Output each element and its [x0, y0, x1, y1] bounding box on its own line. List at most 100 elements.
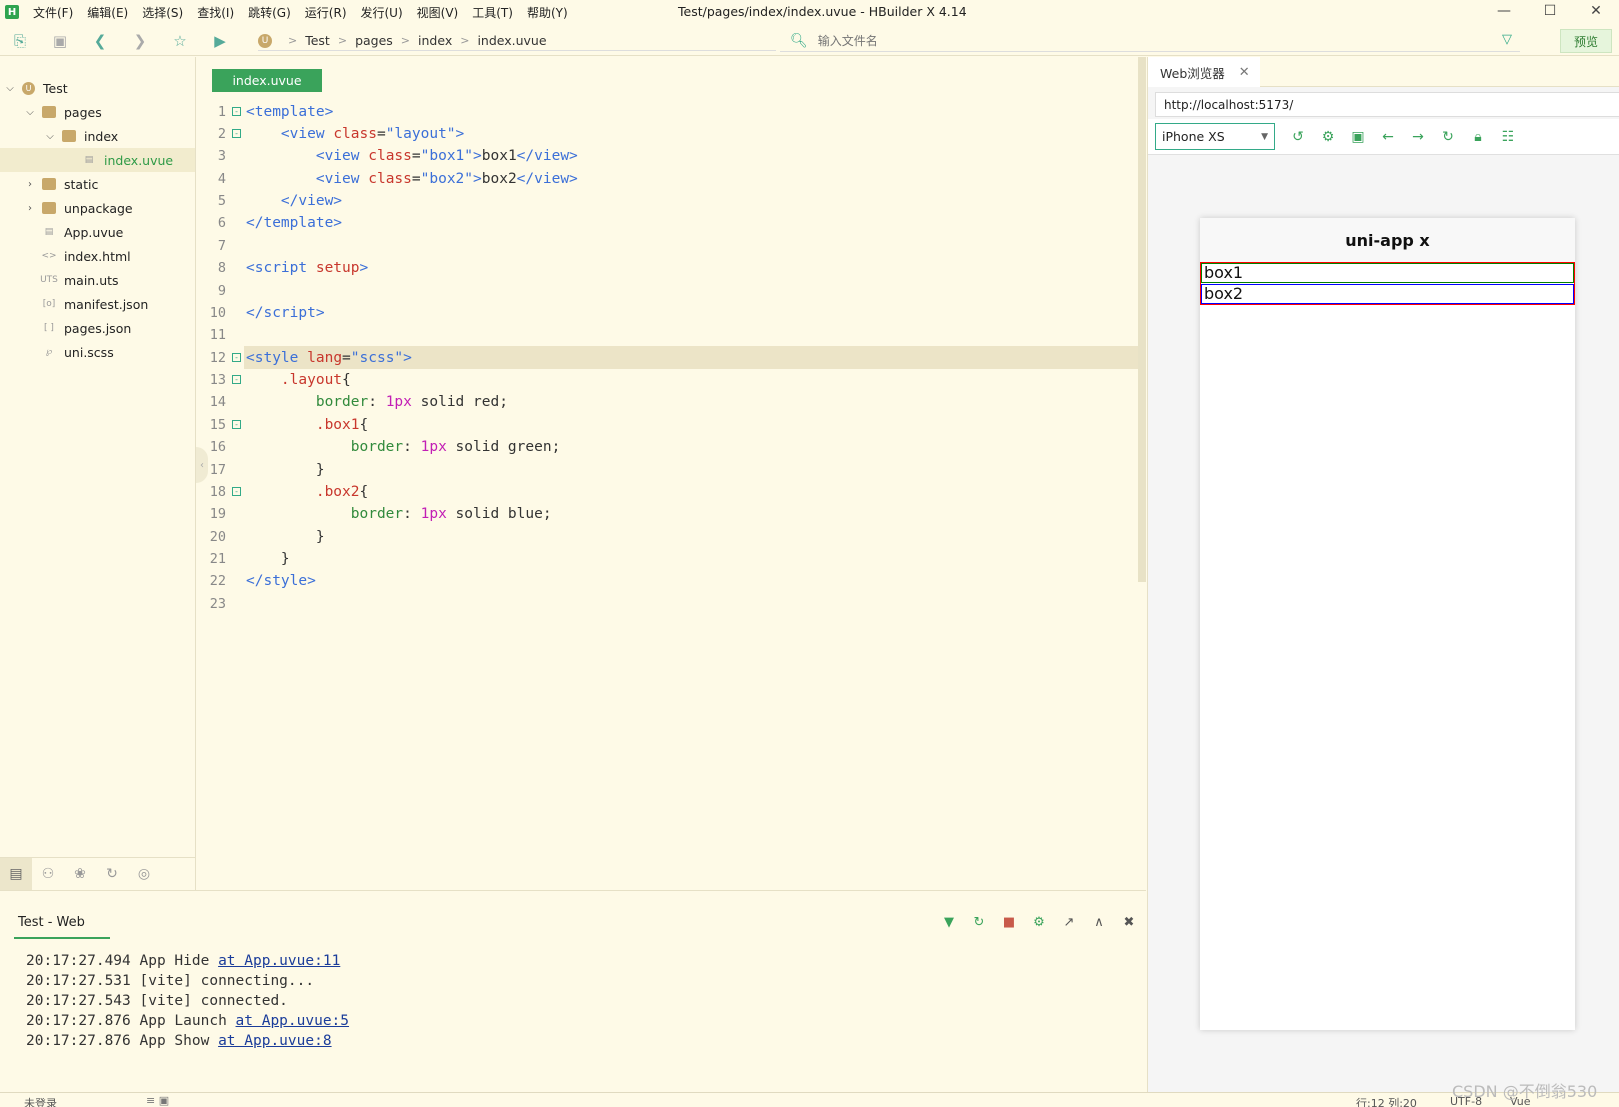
code-line[interactable]: 22 </style>: [196, 569, 1138, 592]
source-control-icon[interactable]: ↻: [96, 866, 128, 882]
rotate-icon[interactable]: ↺: [1283, 129, 1313, 145]
collapse-up-icon[interactable]: ∧: [1084, 915, 1114, 930]
back-icon[interactable]: ❮: [80, 32, 120, 50]
tree-item-static[interactable]: › static: [0, 172, 195, 196]
code-line[interactable]: 5 </view>: [196, 189, 1138, 212]
tree-item-pages-json[interactable]: [ ] pages.json: [0, 316, 195, 340]
browser-tab[interactable]: Web浏览器 ✕: [1148, 57, 1260, 87]
menu-tools[interactable]: 工具(T): [472, 4, 513, 21]
code-line[interactable]: 12- <style lang="scss">: [196, 346, 1138, 369]
editor-scrollbar[interactable]: [1138, 57, 1146, 582]
fold-icon[interactable]: -: [232, 420, 241, 429]
fold-icon[interactable]: -: [232, 375, 241, 384]
source-link[interactable]: at App.uvue:11: [218, 953, 340, 969]
code-line[interactable]: 14 border: 1px solid red;: [196, 390, 1138, 413]
open-external-icon[interactable]: ↗: [1054, 915, 1084, 930]
favorite-star-icon[interactable]: ☆: [160, 32, 200, 50]
tree-item-pages[interactable]: ⌵ pages: [0, 100, 195, 124]
code-line[interactable]: 6 </template>: [196, 211, 1138, 234]
search-binoculars-icon[interactable]: ⚇: [32, 866, 64, 882]
maximize-button[interactable]: ☐: [1527, 0, 1573, 24]
code-line[interactable]: 19 border: 1px solid blue;: [196, 502, 1138, 525]
code-line[interactable]: 13- .layout{: [196, 368, 1138, 391]
file-search-input[interactable]: [817, 33, 1418, 48]
code-line[interactable]: 7: [196, 234, 1138, 257]
menu-select[interactable]: 选择(S): [142, 4, 183, 21]
debug-icon[interactable]: ⚙: [1024, 915, 1054, 930]
settings-icon[interactable]: ⚙: [1313, 129, 1343, 145]
editor-tab-index-uvue[interactable]: index.uvue: [212, 69, 322, 92]
code-line[interactable]: 4 <view class="box2">box2</view>: [196, 167, 1138, 190]
menu-find[interactable]: 查找(I): [197, 4, 234, 21]
code-line[interactable]: 20 }: [196, 525, 1138, 548]
forward-icon[interactable]: ❯: [120, 32, 160, 50]
breadcrumb-item-file[interactable]: index.uvue: [477, 33, 546, 48]
breadcrumb-item-test[interactable]: Test: [305, 33, 330, 48]
filter-icon[interactable]: ▽: [1502, 32, 1512, 47]
chevron-right-icon[interactable]: ›: [24, 203, 36, 214]
tree-item-main-uts[interactable]: UTS main.uts: [0, 268, 195, 292]
chevron-right-icon[interactable]: ›: [24, 179, 36, 190]
clear-console-icon[interactable]: ✖: [1114, 915, 1144, 930]
code-line[interactable]: 23: [196, 592, 1138, 615]
run-icon[interactable]: ▶: [200, 32, 240, 50]
outline-icon[interactable]: ≡ ▣: [146, 1094, 169, 1107]
menu-help[interactable]: 帮助(Y): [527, 4, 568, 21]
device-select[interactable]: iPhone XS ▼: [1155, 123, 1275, 150]
login-status[interactable]: 未登录: [24, 1095, 57, 1107]
code-line[interactable]: 2- <view class="layout">: [196, 122, 1138, 145]
project-manager-icon[interactable]: ▤: [0, 858, 32, 890]
tree-item-unpackage[interactable]: › unpackage: [0, 196, 195, 220]
code-line[interactable]: 9: [196, 279, 1138, 302]
tree-item-test[interactable]: ⌵ U Test: [0, 76, 195, 100]
code-line[interactable]: 11: [196, 323, 1138, 346]
forward-arrow-icon[interactable]: →: [1403, 129, 1433, 145]
close-icon[interactable]: ✕: [1239, 65, 1250, 80]
console-tab[interactable]: Test - Web: [14, 913, 110, 939]
chevron-down-icon[interactable]: ⌵: [44, 131, 56, 142]
refresh-icon[interactable]: ↻: [1433, 129, 1463, 145]
code-line[interactable]: 10 </script>: [196, 301, 1138, 324]
tree-item-manifest-json[interactable]: [o] manifest.json: [0, 292, 195, 316]
code-line[interactable]: 21 }: [196, 547, 1138, 570]
lock-icon[interactable]: 🔒︎: [1463, 129, 1493, 145]
code-line[interactable]: 1- <template>: [196, 100, 1138, 123]
fold-icon[interactable]: -: [232, 487, 241, 496]
source-link[interactable]: at App.uvue:8: [218, 1033, 332, 1049]
qrcode-icon[interactable]: ☷: [1493, 129, 1523, 145]
code-line[interactable]: 3 <view class="box1">box1</view>: [196, 144, 1138, 167]
menu-edit[interactable]: 编辑(E): [87, 4, 128, 21]
fold-icon[interactable]: -: [232, 129, 241, 138]
new-file-icon[interactable]: ⎘: [0, 32, 40, 50]
close-window-button[interactable]: ✕: [1573, 0, 1619, 24]
minimize-button[interactable]: —: [1481, 0, 1527, 24]
stop-icon[interactable]: ■: [994, 915, 1024, 930]
tree-item-index-html[interactable]: <> index.html: [0, 244, 195, 268]
fold-icon[interactable]: -: [232, 107, 241, 116]
url-input[interactable]: [1155, 92, 1619, 117]
cursor-position[interactable]: 行:12 列:20: [1356, 1095, 1417, 1107]
menu-goto[interactable]: 跳转(G): [248, 4, 291, 21]
back-arrow-icon[interactable]: ←: [1373, 129, 1403, 145]
menu-file[interactable]: 文件(F): [33, 4, 73, 21]
menu-view[interactable]: 视图(V): [417, 4, 459, 21]
tree-item-app-uvue[interactable]: ▤ App.uvue: [0, 220, 195, 244]
breadcrumb-item-index[interactable]: index: [418, 33, 452, 48]
save-icon[interactable]: ▣: [40, 32, 80, 50]
plugin-icon[interactable]: ◎: [128, 866, 160, 882]
code-line[interactable]: 16 border: 1px solid green;: [196, 435, 1138, 458]
breadcrumb-item-pages[interactable]: pages: [355, 33, 393, 48]
debug-bug-icon[interactable]: ❀: [64, 866, 96, 882]
tree-item-index-uvue[interactable]: ▤ index.uvue: [0, 148, 195, 172]
code-line[interactable]: 18- .box2{: [196, 480, 1138, 503]
tree-item-uni-scss[interactable]: ℘ uni.scss: [0, 340, 195, 364]
menu-publish[interactable]: 发行(U): [361, 4, 403, 21]
source-link[interactable]: at App.uvue:5: [236, 1013, 350, 1029]
code-line[interactable]: 15- .box1{: [196, 413, 1138, 436]
code-line[interactable]: 17 }: [196, 458, 1138, 481]
fold-icon[interactable]: -: [232, 353, 241, 362]
devtools-icon[interactable]: ▣: [1343, 129, 1373, 145]
menu-run[interactable]: 运行(R): [305, 4, 347, 21]
chevron-down-icon[interactable]: ⌵: [4, 83, 16, 94]
code-line[interactable]: 8 <script setup>: [196, 256, 1138, 279]
